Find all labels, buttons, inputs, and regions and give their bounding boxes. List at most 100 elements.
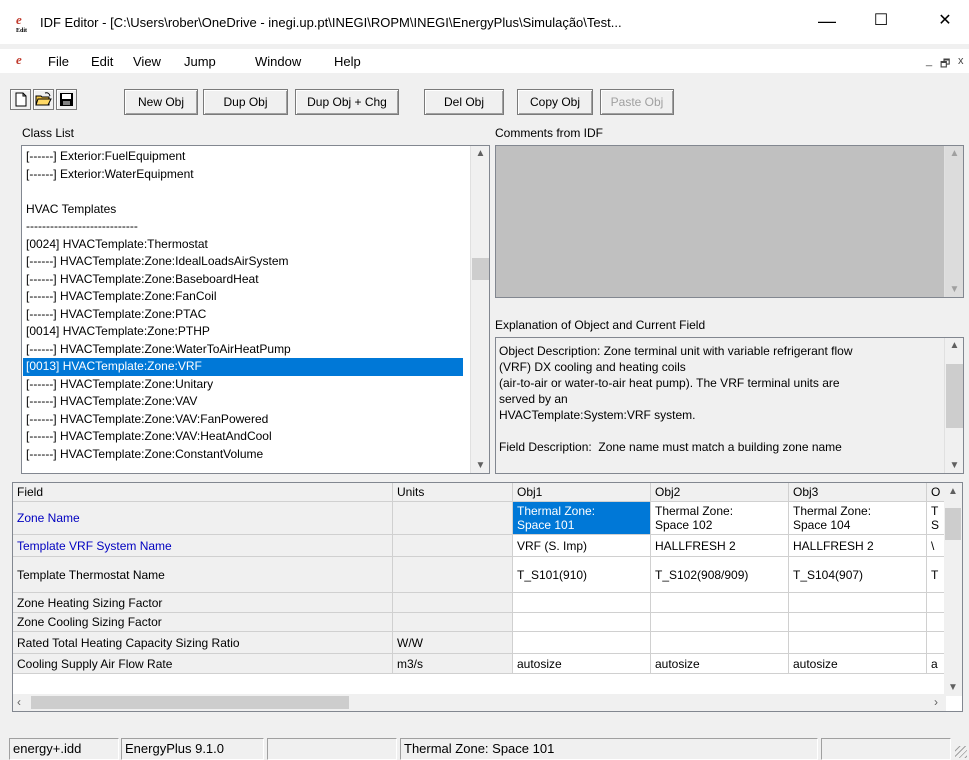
class-list-item[interactable]: [------] HVACTemplate:Zone:WaterToAirHea… xyxy=(23,341,463,359)
value-cell[interactable]: autosize xyxy=(513,654,651,674)
value-cell[interactable] xyxy=(789,632,927,654)
class-list-item[interactable]: [------] HVACTemplate:Zone:VAV:HeatAndCo… xyxy=(23,428,463,446)
column-header-obj[interactable]: Obj3 xyxy=(789,483,927,502)
comments-scrollbar[interactable]: ▲ ▼ xyxy=(944,146,963,297)
scroll-down-arrow-icon[interactable]: ▼ xyxy=(944,682,962,693)
minimize-button[interactable]: — xyxy=(812,10,842,34)
class-list-item[interactable]: [------] HVACTemplate:Zone:Unitary xyxy=(23,376,463,394)
explanation-scrollbar[interactable]: ▲ ▼ xyxy=(944,338,963,473)
scroll-thumb[interactable] xyxy=(472,258,489,280)
value-cell[interactable]: T_S102(908/909) xyxy=(651,557,789,593)
class-list-item[interactable] xyxy=(23,183,463,201)
field-name-cell[interactable]: Template VRF System Name xyxy=(13,535,393,557)
del-obj-button[interactable]: Del Obj xyxy=(424,89,504,115)
value-cell[interactable] xyxy=(789,593,927,613)
value-cell[interactable]: T_S101(910) xyxy=(513,557,651,593)
save-disk-icon[interactable] xyxy=(56,89,77,110)
column-header-obj[interactable]: Obj2 xyxy=(651,483,789,502)
value-cell[interactable]: autosize xyxy=(789,654,927,674)
explanation-textbox[interactable]: Object Description: Zone terminal unit w… xyxy=(495,337,964,474)
field-name-cell[interactable]: Cooling Supply Air Flow Rate xyxy=(13,654,393,674)
value-cell[interactable] xyxy=(513,613,651,632)
class-list-item[interactable]: [0014] HVACTemplate:Zone:PTHP xyxy=(23,323,463,341)
class-list-item[interactable]: [------] HVACTemplate:Zone:VAV:FanPowere… xyxy=(23,411,463,429)
mdi-close-button[interactable]: x xyxy=(958,55,964,67)
value-cell[interactable] xyxy=(513,593,651,613)
menu-window[interactable]: Window xyxy=(255,54,301,69)
value-cell-line: S xyxy=(931,518,940,532)
column-header-units[interactable]: Units xyxy=(393,483,513,502)
class-list-item[interactable]: [0013] HVACTemplate:Zone:VRF xyxy=(23,358,463,376)
mdi-restore-button[interactable]: 🗗 xyxy=(940,55,950,74)
new-obj-button[interactable]: New Obj xyxy=(124,89,198,115)
value-cell[interactable]: autosize xyxy=(651,654,789,674)
value-cell[interactable] xyxy=(651,593,789,613)
class-list-item[interactable]: [------] Exterior:FuelEquipment xyxy=(23,148,463,166)
value-cell[interactable] xyxy=(651,613,789,632)
scroll-right-arrow-icon[interactable]: › xyxy=(934,695,938,709)
open-folder-icon[interactable] xyxy=(33,89,54,110)
scroll-up-arrow-icon[interactable]: ▲ xyxy=(471,148,490,159)
scroll-up-arrow-icon[interactable]: ▲ xyxy=(945,148,964,159)
dup-obj-button[interactable]: Dup Obj xyxy=(203,89,288,115)
resize-grip-icon[interactable] xyxy=(955,746,967,758)
class-list-item[interactable]: [------] HVACTemplate:Zone:FanCoil xyxy=(23,288,463,306)
grid-horizontal-scrollbar[interactable]: ‹ › xyxy=(13,694,946,711)
field-name-cell[interactable]: Zone Name xyxy=(13,502,393,535)
class-list[interactable]: [------] Exterior:FuelEquipment [------] … xyxy=(21,145,490,474)
class-list-item[interactable]: [------] HVACTemplate:Zone:ConstantVolum… xyxy=(23,446,463,464)
dup-obj-chg-button[interactable]: Dup Obj + Chg xyxy=(295,89,399,115)
mdi-minimize-button[interactable]: _ xyxy=(926,55,932,67)
column-header-obj[interactable]: Obj1 xyxy=(513,483,651,502)
scroll-up-arrow-icon[interactable]: ▲ xyxy=(945,340,964,351)
scroll-thumb[interactable] xyxy=(945,508,961,540)
scroll-thumb[interactable] xyxy=(946,364,963,428)
object-field-grid[interactable]: Field Units Obj1 Obj2 Obj3 O Zone Name Thermal … xyxy=(12,482,963,712)
class-list-item[interactable]: [------] HVACTemplate:Zone:BaseboardHeat xyxy=(23,271,463,289)
grid-vertical-scrollbar[interactable]: ▲ ▼ xyxy=(944,483,962,696)
menu-view[interactable]: View xyxy=(133,54,161,69)
scroll-down-arrow-icon[interactable]: ▼ xyxy=(945,460,964,471)
maximize-button[interactable]: ☐ xyxy=(866,10,896,34)
class-list-item[interactable]: [------] HVACTemplate:Zone:PTAC xyxy=(23,306,463,324)
field-name-cell[interactable]: Rated Total Heating Capacity Sizing Rati… xyxy=(13,632,393,654)
class-list-scrollbar[interactable]: ▲ ▼ xyxy=(470,146,489,473)
value-cell[interactable]: VRF (S. Imp) xyxy=(513,535,651,557)
value-cell[interactable] xyxy=(513,632,651,654)
menu-edit[interactable]: Edit xyxy=(91,54,113,69)
field-name-cell[interactable]: Zone Cooling Sizing Factor xyxy=(13,613,393,632)
new-file-icon[interactable] xyxy=(10,89,31,110)
class-list-item[interactable]: [------] HVACTemplate:Zone:VAV xyxy=(23,393,463,411)
class-list-item[interactable]: HVAC Templates xyxy=(23,201,463,219)
value-cell[interactable]: Thermal Zone: Space 102 xyxy=(651,502,789,535)
field-name-cell[interactable]: Template Thermostat Name xyxy=(13,557,393,593)
value-cell[interactable]: HALLFRESH 2 xyxy=(789,535,927,557)
scroll-down-arrow-icon[interactable]: ▼ xyxy=(471,460,490,471)
scroll-down-arrow-icon[interactable]: ▼ xyxy=(945,284,964,295)
copy-obj-button[interactable]: Copy Obj xyxy=(517,89,593,115)
scroll-thumb[interactable] xyxy=(31,696,349,709)
value-cell[interactable] xyxy=(651,632,789,654)
value-cell[interactable] xyxy=(789,613,927,632)
paste-obj-button[interactable]: Paste Obj xyxy=(600,89,674,115)
close-button[interactable]: ✕ xyxy=(930,10,960,34)
menu-file[interactable]: File xyxy=(48,54,69,69)
document-icon[interactable]: e xyxy=(16,52,34,70)
class-list-item[interactable]: [0024] HVACTemplate:Thermostat xyxy=(23,236,463,254)
value-cell[interactable]: Thermal Zone: Space 101 xyxy=(513,502,651,535)
menu-jump[interactable]: Jump xyxy=(184,54,216,69)
class-list-item[interactable]: ---------------------------- xyxy=(23,218,463,236)
menu-help[interactable]: Help xyxy=(334,54,361,69)
class-list-item[interactable]: [------] Exterior:WaterEquipment xyxy=(23,166,463,184)
idf-editor-app-icon[interactable]: e Edit xyxy=(16,13,34,34)
comments-textbox[interactable]: ▲ ▼ xyxy=(495,145,964,298)
value-cell-line: Thermal Zone: xyxy=(793,504,872,518)
class-list-item[interactable]: [------] HVACTemplate:Zone:IdealLoadsAir… xyxy=(23,253,463,271)
field-name-cell[interactable]: Zone Heating Sizing Factor xyxy=(13,593,393,613)
scroll-up-arrow-icon[interactable]: ▲ xyxy=(944,486,962,497)
scroll-left-arrow-icon[interactable]: ‹ xyxy=(17,695,21,709)
value-cell[interactable]: T_S104(907) xyxy=(789,557,927,593)
value-cell[interactable]: Thermal Zone: Space 104 xyxy=(789,502,927,535)
column-header-field[interactable]: Field xyxy=(13,483,393,502)
value-cell[interactable]: HALLFRESH 2 xyxy=(651,535,789,557)
